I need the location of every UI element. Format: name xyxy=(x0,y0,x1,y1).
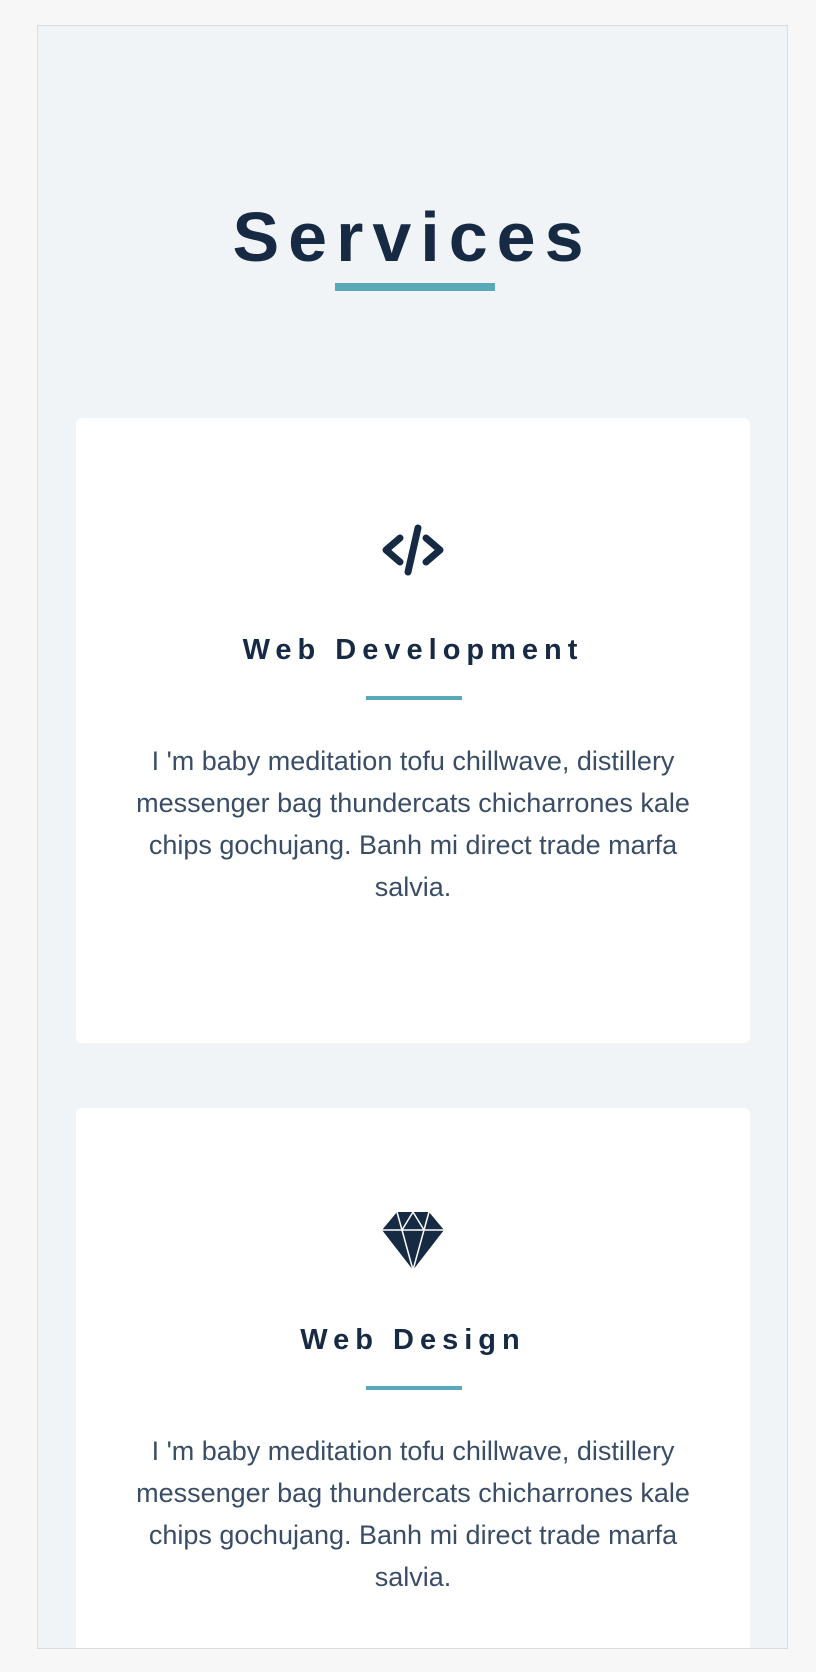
service-title: Web Design xyxy=(300,1324,526,1356)
section-title: Services xyxy=(232,198,593,276)
services-section: Services Web Development I 'm baby medit… xyxy=(37,25,788,1649)
code-icon xyxy=(382,524,444,576)
title-underline xyxy=(335,283,495,291)
service-description: I 'm baby meditation tofu chillwave, dis… xyxy=(136,1436,690,1592)
service-description: I 'm baby meditation tofu chillwave, dis… xyxy=(136,746,690,902)
service-title-underline xyxy=(366,1386,462,1390)
service-title-underline xyxy=(366,696,462,700)
service-title: Web Development xyxy=(242,634,584,666)
service-card-web-design: Web Design I 'm baby meditation tofu chi… xyxy=(76,1108,750,1648)
service-card-web-development: Web Development I 'm baby meditation tof… xyxy=(76,418,750,1043)
diamond-icon xyxy=(382,1211,444,1270)
